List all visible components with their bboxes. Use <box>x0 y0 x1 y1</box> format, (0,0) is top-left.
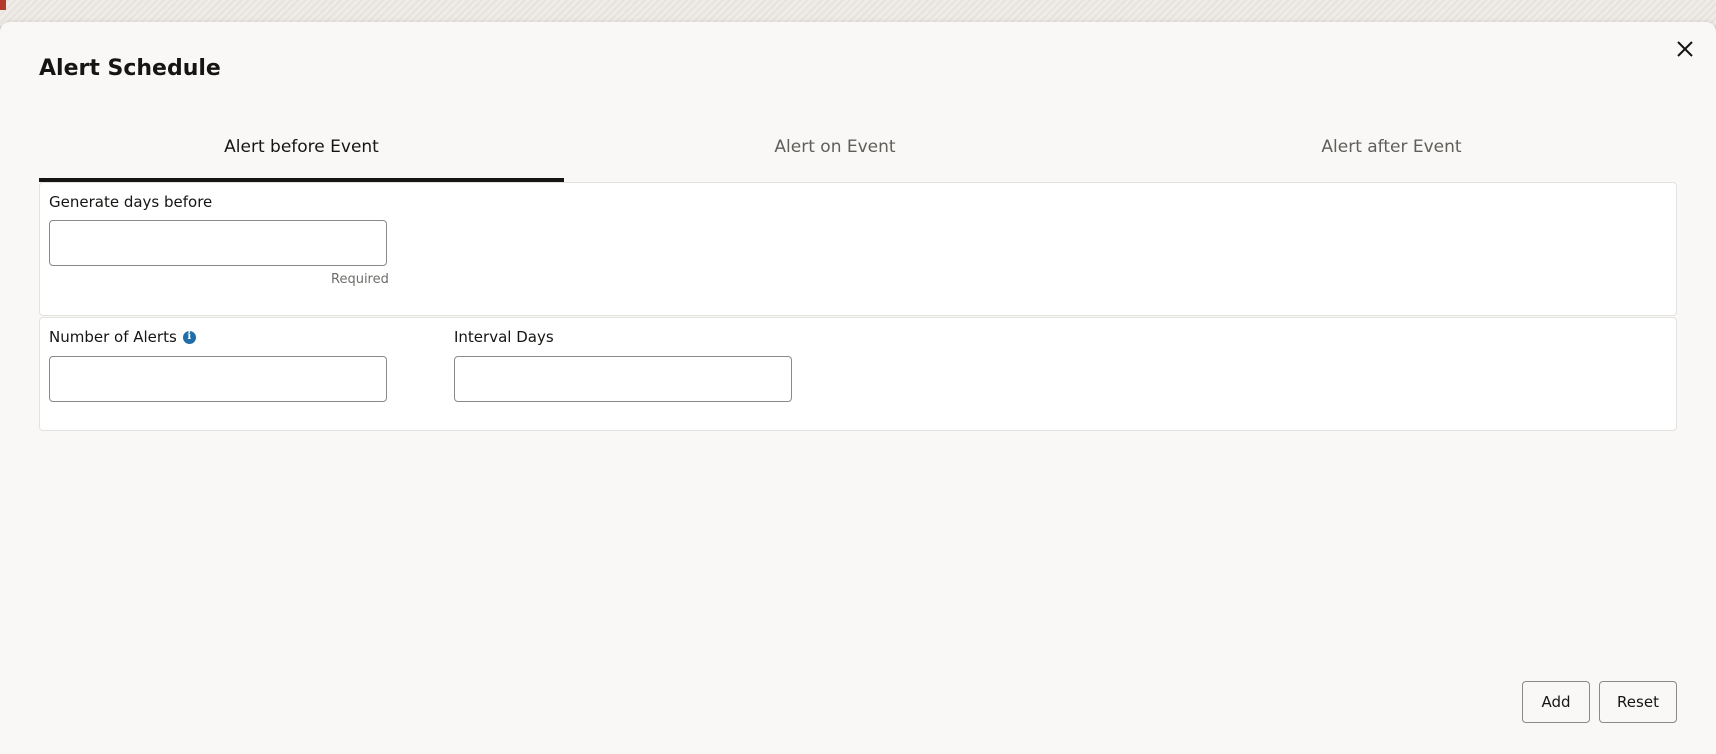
brand-accent <box>0 0 6 10</box>
generate-days-panel: Generate days before Required <box>39 182 1677 316</box>
tab-label: Alert before Event <box>224 137 379 157</box>
interval-days-label-text: Interval Days <box>454 328 554 346</box>
tab-alert-before-event[interactable]: Alert before Event <box>39 114 564 182</box>
number-of-alerts-input[interactable] <box>49 356 387 402</box>
tab-label: Alert on Event <box>774 137 896 157</box>
add-button[interactable]: Add <box>1522 681 1590 723</box>
tab-alert-on-event[interactable]: Alert on Event <box>564 114 1106 180</box>
tab-label: Alert after Event <box>1321 137 1462 157</box>
alert-schedule-dialog: Alert Schedule Alert before Event Alert … <box>0 22 1716 754</box>
page: Alert Schedule Alert before Event Alert … <box>0 0 1716 754</box>
required-helper-text: Required <box>331 272 389 287</box>
number-of-alerts-label: Number of Alerts i <box>49 328 196 346</box>
generate-days-before-label-text: Generate days before <box>49 193 213 211</box>
alert-count-panel: Number of Alerts i Interval Days <box>39 317 1677 431</box>
tab-alert-after-event[interactable]: Alert after Event <box>1106 114 1677 180</box>
interval-days-input[interactable] <box>454 356 792 402</box>
number-of-alerts-label-text: Number of Alerts <box>49 328 177 346</box>
dialog-title: Alert Schedule <box>39 56 221 81</box>
close-button[interactable] <box>1670 34 1700 64</box>
interval-days-label: Interval Days <box>454 328 554 346</box>
close-icon <box>1677 41 1693 57</box>
tab-bar: Alert before Event Alert on Event Alert … <box>39 114 1677 182</box>
generate-days-before-input[interactable] <box>49 220 387 266</box>
reset-button[interactable]: Reset <box>1599 681 1677 723</box>
info-icon[interactable]: i <box>182 330 196 344</box>
generate-days-before-label: Generate days before <box>49 193 212 211</box>
